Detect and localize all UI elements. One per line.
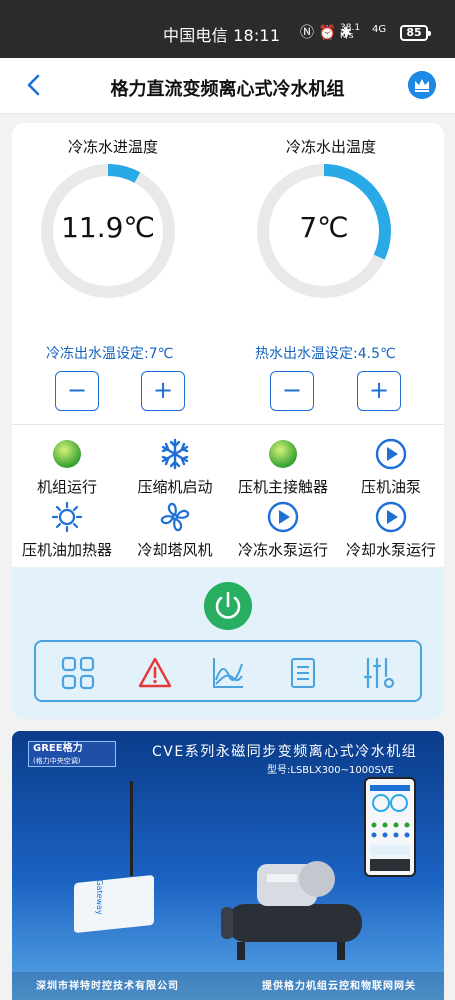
status-oil-heater: 压机油加热器 [12,501,122,560]
control-panel [12,567,444,719]
setpoint-hot-label: 热水出水温设定:4.5℃ [255,346,396,362]
antenna-image [130,781,133,876]
gauge-value-outlet: 7℃ [299,211,349,244]
gauge-value-inlet: 11.9℃ [61,211,155,244]
gree-logo: GREE格力 (格力中央空调) [28,741,116,767]
chiller-machine-image [221,861,362,960]
status-bar: 中国电信 18:11 Ⓝ ⏰ ✱ 38.1 K/s 4G 85 [0,0,455,58]
status-compressor-start: 压缩机启动 [120,438,230,497]
grid-icon[interactable] [61,656,95,690]
gateway-device-image: Gateway [74,874,154,934]
phone-app-image [364,777,416,877]
hot-minus-button[interactable]: − [270,371,314,411]
settings-sliders-icon[interactable] [362,656,396,690]
toolbar [34,640,422,702]
pump-icon [375,501,407,533]
divider [12,424,444,425]
main-card: 冷冻水进温度 冷冻水出温度 11.9℃ 7℃ 冷冻出水温设定:7℃ 热水出水温设… [12,123,444,719]
status-chilled-pump: 冷冻水泵运行 [228,501,338,560]
chilled-minus-button[interactable]: − [55,371,99,411]
status-unit-running: 机组运行 [12,438,122,497]
green-indicator-icon [269,440,297,468]
status-main-contactor: 压机主接触器 [228,438,338,497]
page-title: 格力直流变频离心式冷水机组 [110,79,345,100]
status-cooling-tower-fan: 冷却塔风机 [120,501,230,560]
network-type: 4G [372,24,387,35]
gauge-label-inlet: 冷冻水进温度 [68,138,159,156]
alarm-icon[interactable] [138,656,172,690]
promo-banner[interactable]: GREE格力 (格力中央空调) CVE系列永磁同步变频离心式冷水机组 型号:LS… [12,731,444,1000]
net-speed: 38.1 K/s [340,23,361,41]
power-icon[interactable] [204,582,252,630]
gauge-label-outlet: 冷冻水出温度 [286,138,377,156]
banner-slogan: 提供格力机组云控和物联网网关 [262,981,416,992]
top-bar: 格力直流变频离心式冷水机组 [0,58,455,114]
banner-model: 型号:LSBLX300~1000SVE [267,765,394,776]
chart-icon[interactable] [211,656,245,690]
snowflake-icon [161,438,189,470]
status-cooling-pump: 冷却水泵运行 [336,501,444,560]
hot-plus-button[interactable]: + [357,371,401,411]
banner-series: CVE系列永磁同步变频离心式冷水机组 [152,744,418,760]
crown-icon[interactable] [408,71,436,99]
pump-icon [375,438,407,470]
green-indicator-icon [53,440,81,468]
fan-icon [160,502,190,532]
chilled-plus-button[interactable]: + [141,371,185,411]
pump-icon [267,501,299,533]
carrier-time: 中国电信 18:11 [163,26,281,45]
banner-company: 深圳市祥特时控技术有限公司 [36,981,179,992]
status-oil-pump: 压机油泵 [336,438,444,497]
list-icon[interactable] [286,656,320,690]
sun-icon [51,501,83,533]
setpoint-chilled-label: 冷冻出水温设定:7℃ [46,346,174,362]
battery-indicator: 85 [400,25,431,41]
